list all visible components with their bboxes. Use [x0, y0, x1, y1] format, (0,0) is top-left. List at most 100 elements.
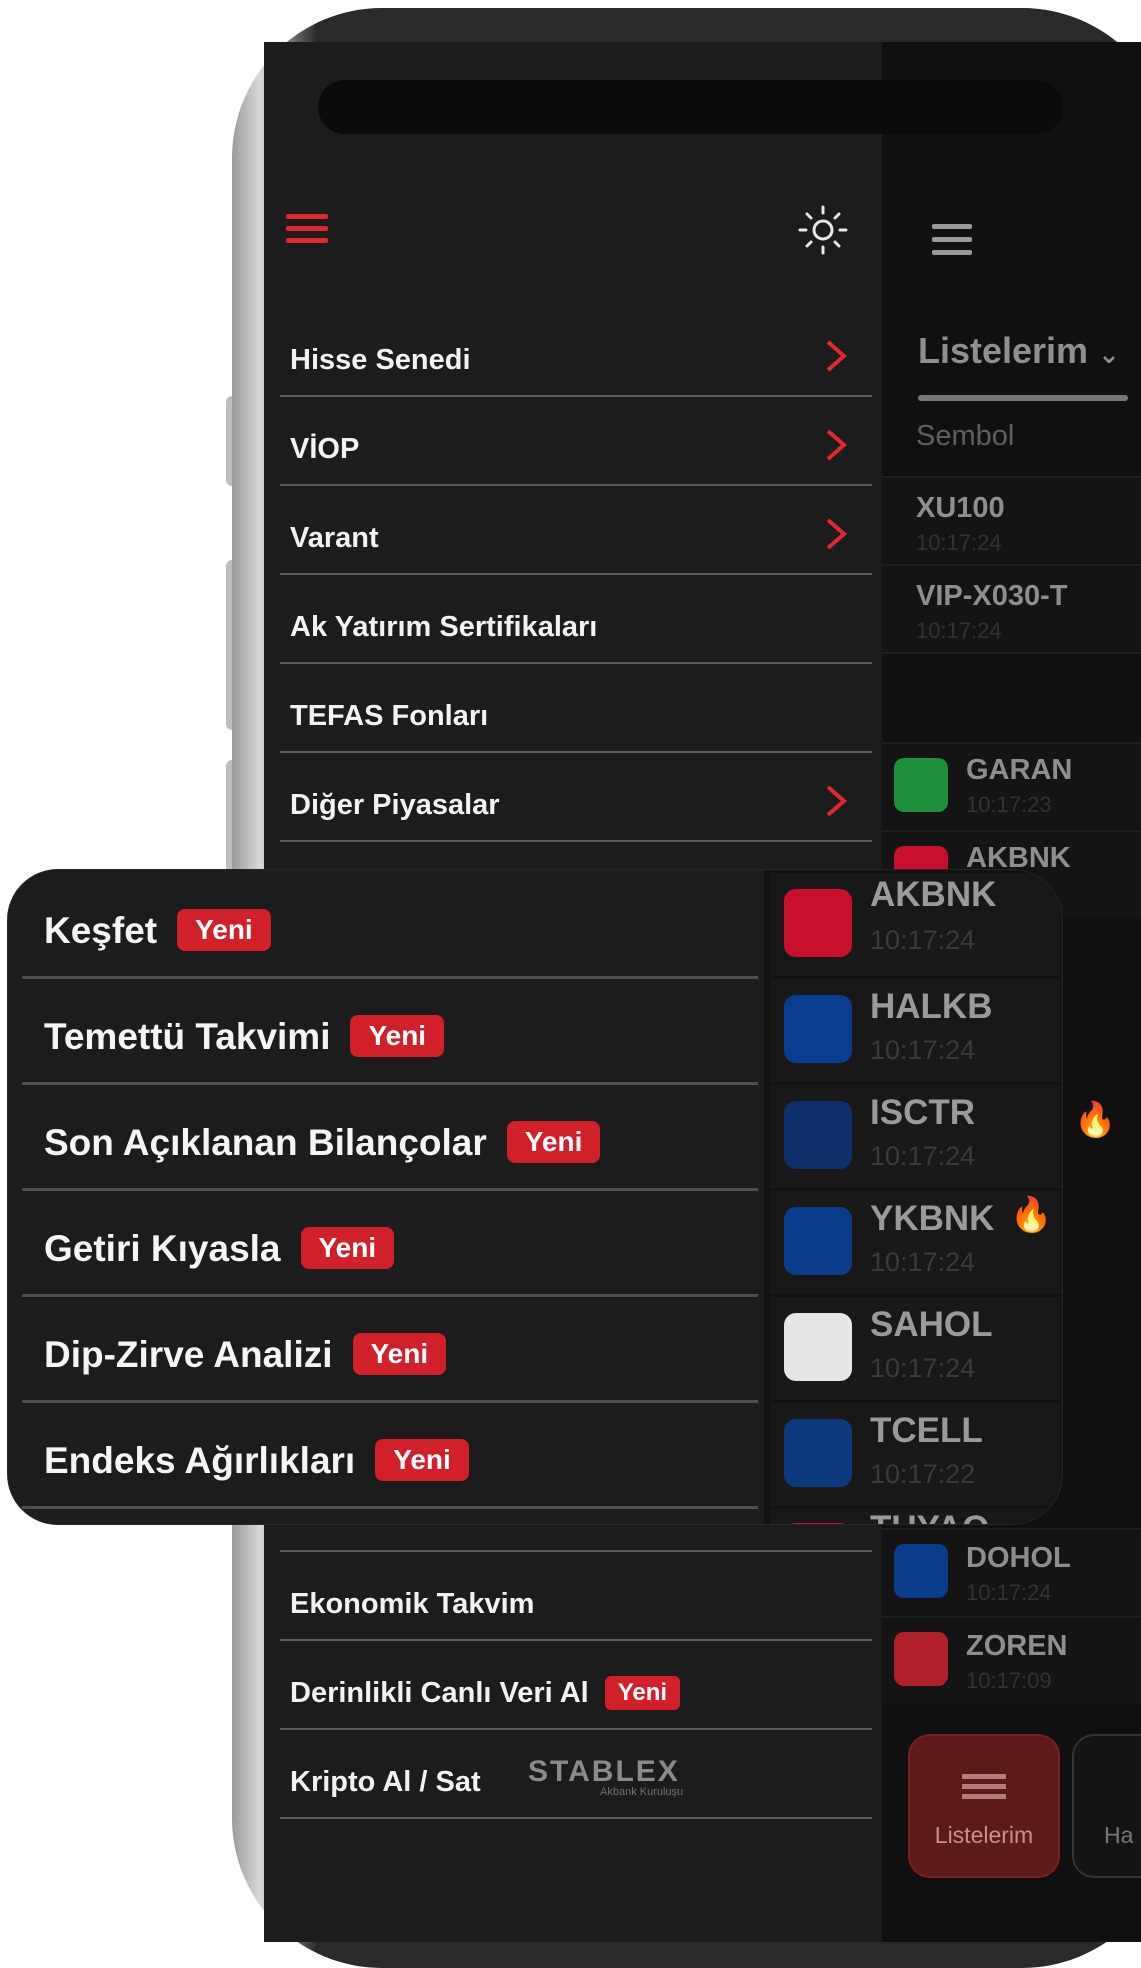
nav-lists-button[interactable]: Listelerim	[908, 1734, 1060, 1878]
menu-item-varant[interactable]: Varant	[280, 484, 872, 575]
stock-time: 10:17:24	[870, 1353, 976, 1383]
sun-icon[interactable]	[798, 205, 848, 255]
stock-symbol: AKBNK	[870, 875, 997, 914]
new-badge: Yeni	[300, 1227, 395, 1269]
nav-next-label: Ha	[1104, 1822, 1134, 1848]
stock-row[interactable]: TCELL 10:17:22	[770, 1400, 1062, 1509]
menu-item-label: TEFAS Fonları	[290, 700, 489, 732]
list-icon-bar	[962, 1794, 1006, 1799]
nav-lists-label: Listelerim	[934, 1822, 1034, 1848]
stablex-logo-text: STABLEX	[528, 1755, 680, 1788]
nav-next-button[interactable]: Ha	[1072, 1734, 1141, 1878]
menu-item-diger-piyasalar[interactable]: Diğer Piyasalar	[280, 751, 872, 842]
menu-item-text: Derinlikli Canlı Veri Al	[290, 1677, 589, 1709]
menu-item-text: Endeks Ağırlıkları	[44, 1440, 356, 1481]
stock-symbol: TCELL	[870, 1411, 983, 1450]
menu-item-text: Temettü Takvimi	[44, 1016, 331, 1057]
new-badge: Yeni	[350, 1015, 445, 1057]
zoomed-menu-card: Keşfet Yeni Temettü Takvimi Yeni Son Açıkl…	[8, 870, 1062, 1524]
stock-symbol: ISCTR	[870, 1093, 975, 1132]
new-badge: Yeni	[375, 1439, 469, 1481]
stock-row[interactable]: ISCTR 10:17:24	[770, 1082, 1062, 1191]
list-icon-bar	[962, 1784, 1006, 1789]
stock-time: 10:17:24	[870, 1141, 976, 1171]
menu-item-dip-zirve-analizi[interactable]: Dip-Zirve Analizi Yeni	[22, 1294, 758, 1403]
chevron-right-icon	[826, 518, 848, 550]
stablex-logo: STABLEX Akbank Kuruluşu	[528, 1755, 683, 1797]
row-symbol: GARAN	[966, 754, 1073, 786]
menu-item-label: Son Açıklanan Bilançolar Yeni	[44, 1121, 601, 1164]
stock-time: 10:17:24	[870, 1035, 976, 1065]
lists-tab[interactable]: Listelerim ⌄	[918, 330, 1120, 372]
stablex-logo-subtitle: Akbank Kuruluşu	[600, 1786, 683, 1797]
row-time: 10:17:24	[916, 618, 1002, 643]
menu-item-text: Keşfet	[44, 910, 158, 951]
stock-symbol: SAHOL	[870, 1305, 993, 1344]
menu-item-label: Keşfet Yeni	[44, 909, 271, 952]
garanti-logo	[894, 758, 948, 812]
chevron-down-icon: ⌄	[1098, 339, 1120, 369]
stock-row[interactable]: SAHOL 10:17:24	[770, 1294, 1062, 1403]
isbank-logo	[784, 1101, 852, 1169]
stock-row[interactable]: YKBNK 🔥 10:17:24	[770, 1188, 1062, 1297]
menu-item-label: Temettü Takvimi Yeni	[44, 1015, 445, 1058]
turkcell-logo	[784, 1419, 852, 1487]
menu-item-label: Varant	[290, 522, 379, 554]
stock-symbol: TUYAO	[870, 1509, 989, 1524]
menu-item-text: Son Açıklanan Bilançolar	[44, 1122, 487, 1163]
stock-time: 10:17:24	[870, 925, 976, 955]
new-badge: Yeni	[177, 909, 271, 951]
row-symbol: XU100	[916, 492, 1005, 524]
menu-item-label: Derinlikli Canlı Veri Al Yeni	[290, 1676, 681, 1710]
menu-item-derinlikli-canli-veri[interactable]: Derinlikli Canlı Veri Al Yeni	[280, 1639, 872, 1730]
menu-item-label: Ak Yatırım Sertifikaları	[290, 611, 598, 643]
menu-item-tefas-fonlari[interactable]: TEFAS Fonları	[280, 662, 872, 753]
row-symbol: ZOREN	[966, 1630, 1068, 1662]
new-badge: Yeni	[604, 1676, 681, 1710]
menu-item-getiri-kiyasla[interactable]: Getiri Kıyasla Yeni	[22, 1188, 758, 1297]
menu-item-ekonomik-takvim[interactable]: Ekonomik Takvim	[280, 1550, 872, 1641]
chevron-right-icon	[826, 785, 848, 817]
menu-item-label: Diğer Piyasalar	[290, 789, 500, 821]
new-badge: Yeni	[506, 1121, 601, 1163]
row-symbol: DOHOL	[966, 1542, 1071, 1574]
menu-item-viop[interactable]: VİOP	[280, 395, 872, 486]
menu-item-label: Hisse Senedi	[290, 344, 471, 376]
row-time: 10:17:23	[966, 792, 1052, 817]
menu-item-label: Getiri Kıyasla Yeni	[44, 1227, 395, 1270]
menu-item-text: Dip-Zirve Analizi	[44, 1334, 333, 1375]
new-badge: Yeni	[352, 1333, 447, 1375]
stock-symbol: HALKB	[870, 987, 993, 1026]
section-gap	[882, 652, 1141, 744]
fire-icon: 🔥	[1074, 1101, 1117, 1139]
stock-row[interactable]: TUYAO	[770, 1506, 1062, 1524]
thy-logo	[784, 1523, 852, 1524]
stock-row[interactable]: HALKB 10:17:24	[770, 976, 1062, 1085]
menu-item-ak-yatirim-sertifikalari[interactable]: Ak Yatırım Sertifikaları	[280, 573, 872, 664]
menu-item-endeks-agirliklari[interactable]: Endeks Ağırlıkları Yeni	[22, 1400, 758, 1509]
menu-item-label: Endeks Ağırlıkları Yeni	[44, 1439, 469, 1482]
menu-item-text: Getiri Kıyasla	[44, 1228, 281, 1269]
stock-time: 10:17:22	[870, 1459, 976, 1489]
row-time: 10:17:09	[966, 1668, 1052, 1693]
yapikredi-logo	[784, 1207, 852, 1275]
menu-item-label: Kripto Al / Sat	[290, 1766, 481, 1798]
akbank-logo	[784, 889, 852, 957]
background-menu-icon[interactable]	[932, 224, 972, 263]
row-symbol: VIP-X030-T	[916, 580, 1068, 612]
row-time: 10:17:24	[966, 1580, 1052, 1605]
menu-item-son-aciklanan-bilancolar[interactable]: Son Açıklanan Bilançolar Yeni	[22, 1082, 758, 1191]
fire-icon: 🔥	[1010, 1196, 1053, 1234]
list-icon	[962, 1774, 1006, 1779]
stock-row[interactable]: AKBNK 10:17:24	[770, 870, 1062, 979]
menu-item-kesfet[interactable]: Keşfet Yeni	[22, 870, 758, 979]
menu-item-temettu-takvimi[interactable]: Temettü Takvimi Yeni	[22, 976, 758, 1085]
zorlu-enerji-logo	[894, 1632, 948, 1686]
menu-item-label: Ekonomik Takvim	[290, 1588, 535, 1620]
symbol-column-header: Sembol	[916, 420, 1015, 452]
dogan-logo	[894, 1544, 948, 1598]
stock-time: 10:17:24	[870, 1247, 976, 1277]
menu-icon[interactable]	[286, 214, 328, 250]
tab-underline	[918, 395, 1128, 401]
menu-item-hisse-senedi[interactable]: Hisse Senedi	[280, 306, 872, 397]
